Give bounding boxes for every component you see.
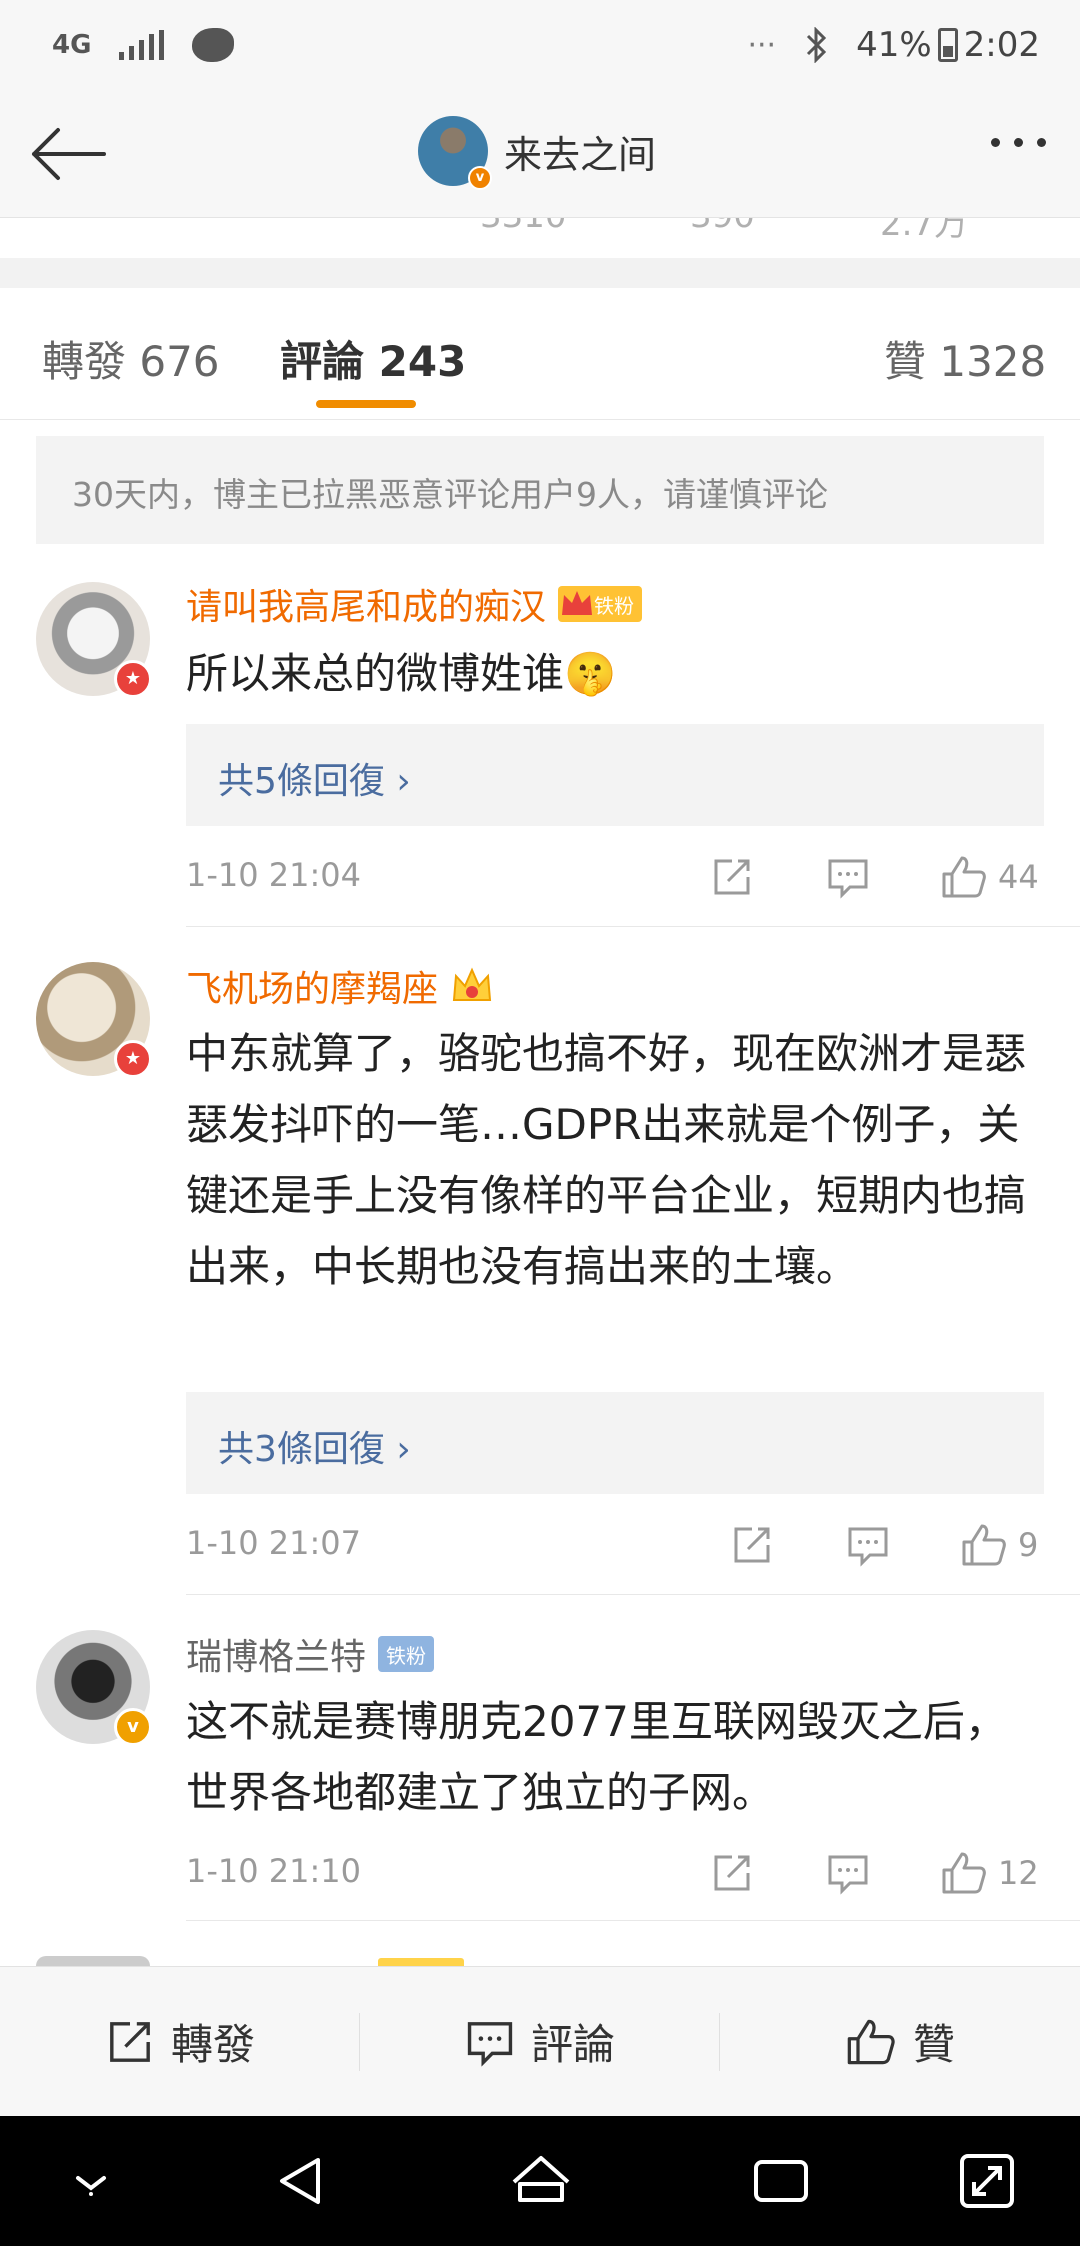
iron-fan-badge: 铁粉 (558, 586, 643, 622)
signal-icon (119, 30, 165, 60)
comment-meta: 1-10 21:07 9 (186, 1520, 1044, 1570)
repost-label: 轉發 (170, 2020, 255, 2069)
thumbs-up-icon (942, 1852, 986, 1894)
like-label: 贊 (912, 2020, 955, 2069)
dot-icon (1037, 138, 1046, 147)
share-icon (714, 859, 750, 895)
page-title: 来去之间 (504, 132, 657, 177)
section-gap (0, 258, 1080, 288)
status-bar: 4G ··· 41% 2:02 (0, 0, 1080, 90)
tab-comment[interactable]: 評論 243 (280, 328, 466, 389)
comment-icon (828, 859, 868, 899)
comment-text: 所以来总的微博姓谁🤫 (186, 649, 617, 698)
avatar[interactable]: v (36, 1630, 152, 1746)
back-triangle-icon[interactable] (266, 2146, 336, 2216)
like-comment-button[interactable]: 9 (960, 1520, 1038, 1570)
more-button[interactable] (991, 138, 1046, 147)
crown-icon (452, 967, 492, 1001)
comment-time: 1-10 21:10 (186, 1852, 362, 1890)
thumbs-up-icon (962, 1524, 1006, 1566)
nav-profile[interactable]: v 来去之间 (418, 116, 657, 190)
back-button[interactable] (28, 122, 108, 186)
like-count: 44 (998, 858, 1039, 896)
comment-time: 1-10 21:07 (186, 1524, 362, 1562)
iron-fan-badge: 铁粉 (378, 1636, 435, 1672)
verified-badge: v (114, 1708, 152, 1746)
more-status-icon: ··· (747, 27, 777, 63)
share-icon (714, 1855, 750, 1891)
like-comment-button[interactable]: 44 (940, 852, 1039, 902)
bluetooth-icon (807, 27, 827, 63)
member-badge-icon: ★ (114, 660, 152, 698)
iron-fan-badge (378, 1958, 464, 1966)
stat-repost-partial: 3310 (480, 218, 567, 236)
crown-icon (562, 591, 593, 615)
comment-icon (467, 2021, 513, 2067)
comment-icon (828, 1855, 868, 1895)
thumbs-up-icon (847, 2019, 895, 2064)
verified-badge: v (468, 166, 492, 190)
avatar[interactable]: ★ (36, 582, 152, 698)
post-stats-partial: 3310 390 2.7万 (0, 218, 1080, 258)
tab-repost[interactable]: 轉發 676 (42, 328, 220, 389)
like-button[interactable]: 贊 (720, 1967, 1080, 2116)
comment-divider (186, 926, 1080, 927)
share-icon (734, 1527, 770, 1563)
tab-like[interactable]: 贊 1328 (884, 328, 1046, 389)
repost-comment-button[interactable] (710, 1848, 754, 1898)
bottom-action-bar: 轉發 評論 贊 (0, 1966, 1080, 2116)
comment-time: 1-10 21:04 (186, 856, 362, 894)
comment-text: 中东就算了，骆驼也搞不好，现在欧洲才是瑟瑟发抖吓的一笔…GDPR出来就是个例子，… (186, 1029, 1027, 1291)
comment-button[interactable]: 評論 (360, 1967, 720, 2116)
dot-icon (991, 138, 1000, 147)
reply-comment-button[interactable] (846, 1520, 890, 1570)
comment-divider (186, 1920, 1080, 1921)
comment-username[interactable]: 飞机场的摩羯座 (186, 960, 494, 1012)
like-count: 12 (998, 1854, 1039, 1892)
comment-divider (186, 1594, 1080, 1595)
system-nav-bar (0, 2116, 1080, 2246)
comment-meta: 1-10 21:10 12 (186, 1848, 1044, 1898)
avatar: v (418, 116, 492, 190)
nav-bar: v 来去之间 (0, 90, 1080, 218)
stat-like-partial: 2.7万 (880, 218, 969, 244)
recent-apps-icon[interactable] (746, 2146, 816, 2216)
avatar (36, 1956, 150, 1966)
comment-notice: 30天内，博主已拉黑恶意评论用户9人，请谨慎评论 (36, 436, 1044, 544)
home-icon[interactable] (506, 2146, 576, 2216)
comment-icon (848, 1527, 888, 1567)
comment-username[interactable]: 瑞博格兰特 铁粉 (186, 1628, 435, 1680)
clock: 2:02 (963, 25, 1040, 65)
status-left: 4G (52, 28, 235, 62)
active-tab-indicator (316, 400, 416, 408)
expand-icon[interactable] (952, 2146, 1022, 2216)
dot-icon (1014, 138, 1023, 147)
battery-icon (937, 28, 958, 62)
like-count: 9 (1018, 1526, 1039, 1564)
tab-bar: 轉發 676 評論 243 贊 1328 (0, 288, 1080, 420)
comment-meta: 1-10 21:04 44 (186, 852, 1044, 902)
reply-comment-button[interactable] (826, 852, 870, 902)
avatar[interactable]: ★ (36, 962, 152, 1078)
replies-link[interactable]: 共5條回復 › (186, 724, 1044, 826)
thumbs-up-icon (942, 856, 986, 898)
reply-comment-button[interactable] (826, 1848, 870, 1898)
stat-comment-partial: 390 (690, 218, 755, 236)
replies-link[interactable]: 共3條回復 › (186, 1392, 1044, 1494)
chevron-down-icon[interactable] (56, 2146, 126, 2216)
like-comment-button[interactable]: 12 (940, 1848, 1039, 1898)
app-notification-icon (192, 28, 235, 62)
repost-comment-button[interactable] (730, 1520, 774, 1570)
network-type-label: 4G (52, 30, 92, 60)
repost-button[interactable]: 轉發 (0, 1967, 360, 2116)
share-icon (110, 2021, 150, 2062)
member-badge-icon: ★ (114, 1040, 152, 1078)
comment-text: 这不就是赛博朋克2077里互联网毁灭之后，世界各地都建立了独立的子网。 (186, 1697, 1007, 1817)
status-right: ··· 41% 2:02 (747, 25, 1040, 65)
battery-percent: 41% (856, 25, 932, 65)
comment-label: 評論 (530, 2020, 615, 2069)
back-arrow-icon (32, 128, 106, 180)
repost-comment-button[interactable] (710, 852, 754, 902)
comment-username[interactable]: 请叫我高尾和成的痴汉 铁粉 (186, 578, 643, 630)
